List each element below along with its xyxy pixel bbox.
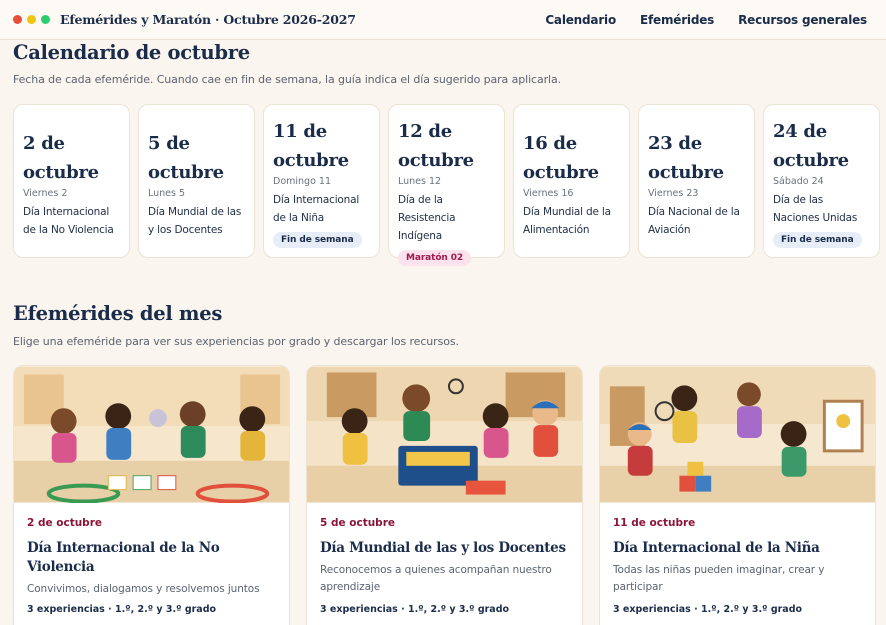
calendar-card[interactable]: 23 de octubre Viernes 23 Día Nacional de…	[638, 104, 755, 258]
weekend-badge: Fin de semana	[773, 232, 862, 248]
ephemeride-date: 5 de octubre	[320, 517, 396, 529]
calendar-weekday: Viernes 16	[523, 188, 574, 199]
calendar-event-name: Día Internacional de la No Violencia	[23, 206, 114, 236]
calendar-card[interactable]: 11 de octubre Domingo 11 Día Internacion…	[263, 104, 380, 258]
window-controls	[13, 15, 50, 24]
calendar-event-name: Día de las Naciones Unidas	[773, 194, 858, 224]
main-nav: Calendario Efemérides Recursos generales	[545, 0, 867, 40]
ephemeride-card[interactable]: 11 de octubre Día Internacional de la Ni…	[599, 365, 876, 625]
ephemerides-title: Efemérides del mes	[13, 302, 223, 325]
calendar-card[interactable]: 2 de octubre Viernes 2 Día Internacional…	[13, 104, 130, 258]
ephemeride-date: 11 de octubre	[613, 517, 696, 529]
maraton-badge: Maratón 02	[398, 250, 472, 266]
calendar-date: 16 de octubre	[523, 133, 599, 183]
calendar-event-name: Día de la Resistencia Indígena	[398, 194, 456, 242]
calendar-event-name: Día Mundial de la Alimentación	[523, 206, 611, 236]
maximize-dot-icon[interactable]	[41, 15, 50, 24]
ephemeride-title: Día Mundial de las y los Docentes	[320, 540, 566, 556]
calendar-grid: 2 de octubre Viernes 2 Día Internacional…	[13, 104, 880, 266]
calendar-weekday: Viernes 2	[23, 188, 68, 199]
ephemeride-title: Día Internacional de la No Violencia	[27, 540, 220, 575]
top-bar: Efemérides y Maratón · Octubre 2026-2027…	[0, 0, 886, 40]
nav-recursos-generales[interactable]: Recursos generales	[738, 13, 867, 27]
calendar-card[interactable]: 5 de octubre Lunes 5 Día Mundial de las …	[138, 104, 255, 258]
ephemerides-grid: 2 de octubre Día Internacional de la No …	[13, 365, 876, 625]
children-teacher-illustration-icon	[307, 366, 582, 503]
ephemeride-description: Reconocemos a quienes acompañan nuestro …	[320, 564, 552, 593]
ephemeride-title: Día Internacional de la Niña	[613, 540, 820, 556]
calendar-subtitle: Fecha de cada efeméride. Cuando cae en f…	[13, 73, 562, 86]
calendar-weekday: Lunes 5	[148, 188, 186, 199]
calendar-weekday: Sábado 24	[773, 176, 824, 187]
ephemerides-subtitle: Elige una efeméride para ver sus experie…	[13, 335, 459, 348]
calendar-weekday: Viernes 23	[648, 188, 699, 199]
weekend-badge: Fin de semana	[273, 232, 362, 248]
close-dot-icon[interactable]	[13, 15, 22, 24]
calendar-card[interactable]: 12 de octubre Lunes 12 Día de la Resiste…	[388, 104, 505, 266]
calendar-card[interactable]: 24 de octubre Sábado 24 Día de las Nacio…	[763, 104, 880, 258]
ephemeride-meta: 3 experiencias · 1.º, 2.º y 3.º grado	[320, 604, 510, 615]
brand-title: Efemérides y Maratón · Octubre 2026-2027	[60, 12, 356, 27]
calendar-weekday: Domingo 11	[273, 176, 331, 187]
calendar-date: 2 de octubre	[23, 133, 99, 183]
calendar-weekday: Lunes 12	[398, 176, 442, 187]
nav-calendario[interactable]: Calendario	[545, 13, 616, 27]
ephemeride-meta: 3 experiencias · 1.º, 2.º y 3.º grado	[27, 604, 217, 615]
nav-efemerides[interactable]: Efemérides	[640, 13, 714, 27]
ephemeride-description: Convivimos, dialogamos y resolvemos junt…	[27, 583, 260, 595]
calendar-date: 23 de octubre	[648, 133, 724, 183]
calendar-date: 5 de octubre	[148, 133, 224, 183]
calendar-event-name: Día Mundial de las y los Docentes	[148, 206, 242, 236]
calendar-title: Calendario de octubre	[13, 41, 250, 64]
calendar-date: 11 de octubre	[273, 121, 349, 171]
girls-playing-illustration-icon	[600, 366, 875, 503]
calendar-event-name: Día Nacional de la Aviación	[648, 206, 740, 236]
children-circle-illustration-icon	[14, 366, 289, 503]
calendar-event-name: Día Internacional de la Niña	[273, 194, 360, 224]
ephemeride-description: Todas las niñas pueden imaginar, crear y…	[613, 564, 825, 593]
calendar-date: 24 de octubre	[773, 121, 849, 171]
ephemeride-date: 2 de octubre	[27, 517, 103, 529]
minimize-dot-icon[interactable]	[27, 15, 36, 24]
calendar-card[interactable]: 16 de octubre Viernes 16 Día Mundial de …	[513, 104, 630, 258]
calendar-date: 12 de octubre	[398, 121, 474, 171]
ephemeride-card[interactable]: 5 de octubre Día Mundial de las y los Do…	[306, 365, 583, 625]
ephemeride-card[interactable]: 2 de octubre Día Internacional de la No …	[13, 365, 290, 625]
ephemeride-meta: 3 experiencias · 1.º, 2.º y 3.º grado	[613, 604, 803, 615]
